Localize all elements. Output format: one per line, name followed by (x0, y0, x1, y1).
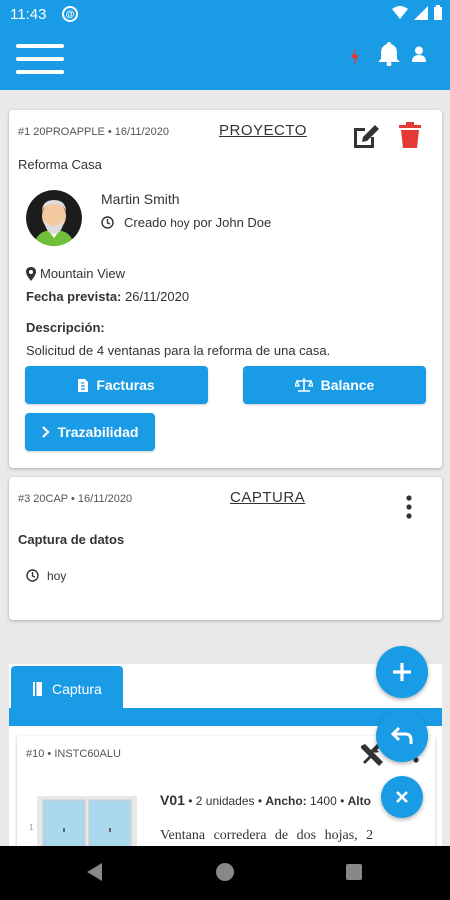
avatar (26, 190, 82, 246)
location-icon (26, 267, 36, 281)
description-label: Descripción: (26, 320, 105, 335)
chevron-right-icon (41, 426, 50, 438)
window-image: 1 (29, 796, 137, 850)
capture-time: hoy (47, 569, 67, 583)
document-icon (33, 682, 42, 696)
scale-icon (294, 378, 313, 392)
trazabilidad-button[interactable]: Trazabilidad (25, 413, 155, 451)
created-info: Creado hoy por John Doe (124, 215, 272, 230)
person-name: Martin Smith (101, 191, 180, 207)
capture-subtitle: Captura de datos (18, 532, 125, 547)
status-time: 11:43 (10, 6, 47, 23)
item-summary: V01 • 2 unidades • Ancho: 1400 • Alto (160, 792, 371, 808)
add-fab[interactable] (376, 646, 428, 698)
project-card[interactable]: #1 20PROAPPLE • 16/11/2020 PROYECTO Refo… (9, 110, 442, 468)
wifi-icon (392, 5, 408, 19)
capture-panel: Captura #10 • INSTC60ALU 1 V01 • 2 unida… (9, 664, 442, 896)
capture-card[interactable]: #3 20CAP • 16/11/2020 CAPTURA Captura de… (9, 477, 442, 620)
sync-icon: @ (62, 6, 78, 22)
recents-icon[interactable] (346, 864, 362, 880)
app-bar (0, 28, 450, 90)
project-subtitle: Reforma Casa (18, 157, 102, 172)
description-text: Solicitud de 4 ventanas para la reforma … (26, 343, 331, 358)
bolt-icon[interactable] (350, 48, 360, 66)
clock-icon (101, 216, 114, 229)
edit-icon[interactable] (351, 122, 381, 150)
capture-meta: #3 20CAP • 16/11/2020 (18, 493, 133, 505)
project-meta: #1 20PROAPPLE • 16/11/2020 (18, 126, 170, 138)
close-icon (396, 791, 408, 803)
close-fab[interactable] (381, 776, 423, 818)
svg-text:1: 1 (29, 823, 34, 832)
item-meta: #10 • INSTC60ALU (26, 748, 121, 760)
bell-icon[interactable] (378, 42, 400, 66)
location-text: Mountain View (40, 266, 126, 281)
plus-icon (393, 663, 411, 681)
clock-icon (26, 569, 39, 582)
due-date: Fecha prevista: 26/11/2020 (26, 289, 190, 304)
undo-icon (391, 726, 413, 744)
undo-fab[interactable] (376, 710, 428, 762)
menu-icon[interactable] (16, 44, 64, 76)
home-icon[interactable] (216, 863, 234, 881)
status-bar: 11:43 @ (0, 0, 450, 28)
capture-title: CAPTURA (230, 489, 306, 506)
battery-icon (434, 5, 442, 20)
signal-icon (414, 5, 428, 20)
more-vert-icon[interactable] (406, 495, 412, 519)
facturas-button[interactable]: Facturas (25, 366, 208, 404)
delete-icon[interactable] (399, 122, 421, 148)
balance-button[interactable]: Balance (243, 366, 426, 404)
user-icon[interactable] (412, 46, 426, 62)
system-nav-bar (0, 846, 450, 900)
invoice-icon (78, 378, 89, 392)
back-icon[interactable] (87, 863, 103, 881)
project-title: PROYECTO (219, 122, 307, 139)
tab-captura[interactable]: Captura (11, 666, 123, 712)
item-description: Ventana corredera de dos hojas, 2 (160, 828, 374, 843)
